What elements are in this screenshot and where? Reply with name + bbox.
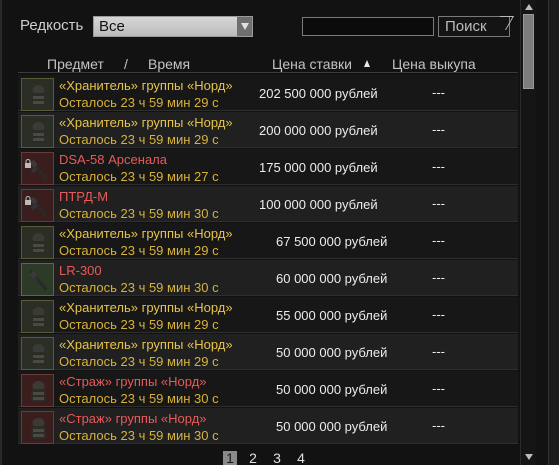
page-button[interactable]: 2 bbox=[246, 451, 260, 465]
armor-icon bbox=[21, 300, 54, 333]
table-row[interactable]: «Страж» группы «Норд» Осталось 23 ч 59 ми… bbox=[18, 408, 518, 444]
time-remaining: Осталось 23 ч 59 мин 30 с bbox=[59, 280, 219, 295]
scroll-thumb[interactable] bbox=[523, 14, 534, 89]
rarity-label: Редкость bbox=[20, 17, 84, 34]
rarity-dropdown[interactable]: Все bbox=[93, 16, 253, 37]
item-name: «Хранитель» группы «Норд» bbox=[59, 115, 233, 130]
rifle-icon bbox=[21, 263, 54, 296]
sort-ascending-icon[interactable] bbox=[364, 60, 370, 67]
buyout-price: --- bbox=[432, 344, 445, 359]
table-row[interactable]: «Хранитель» группы «Норд» Осталось 23 ч 5… bbox=[18, 334, 518, 370]
buyout-price: --- bbox=[432, 233, 445, 248]
bid-price: 50 000 000 рублей bbox=[276, 345, 388, 360]
item-name: «Страж» группы «Норд» bbox=[59, 374, 207, 389]
rifle-icon bbox=[21, 152, 54, 185]
time-remaining: Осталось 23 ч 59 мин 29 с bbox=[59, 95, 219, 110]
item-name: «Страж» группы «Норд» bbox=[59, 411, 207, 426]
header-item[interactable]: Предмет bbox=[47, 56, 104, 72]
bid-price: 100 000 000 рублей bbox=[259, 197, 378, 212]
armor-icon bbox=[21, 374, 54, 407]
item-name: «Хранитель» группы «Норд» bbox=[59, 337, 233, 352]
bid-price: 60 000 000 рублей bbox=[276, 271, 388, 286]
table-row[interactable]: ПТРД-М Осталось 23 ч 59 мин 30 с 100 000 0… bbox=[18, 186, 518, 222]
time-remaining: Осталось 23 ч 59 мин 29 с bbox=[59, 317, 219, 332]
table-row[interactable]: «Хранитель» группы «Норд» Осталось 23 ч 5… bbox=[18, 75, 518, 111]
bid-price: 55 000 000 рублей bbox=[276, 308, 388, 323]
time-remaining: Осталось 23 ч 59 мин 27 с bbox=[59, 169, 219, 184]
table-row[interactable]: LR-300 Осталось 23 ч 59 мин 30 с 60 000 00… bbox=[18, 260, 518, 296]
header-time[interactable]: Время bbox=[148, 56, 190, 72]
page-button[interactable]: 3 bbox=[270, 451, 284, 465]
buyout-price: --- bbox=[432, 307, 445, 322]
header-separator: / bbox=[124, 56, 128, 72]
table-row[interactable]: «Страж» группы «Норд» Осталось 23 ч 59 ми… bbox=[18, 371, 518, 407]
armor-icon bbox=[21, 337, 54, 370]
time-remaining: Осталось 23 ч 59 мин 30 с bbox=[59, 391, 219, 406]
time-remaining: Осталось 23 ч 59 мин 29 с bbox=[59, 243, 219, 258]
search-button-label: Поиск bbox=[445, 18, 487, 35]
page-button[interactable]: 4 bbox=[294, 451, 308, 465]
armor-icon bbox=[21, 78, 54, 111]
rarity-selected-value: Все bbox=[99, 18, 125, 35]
time-remaining: Осталось 23 ч 59 мин 30 с bbox=[59, 206, 219, 221]
page-button[interactable]: 1 bbox=[223, 451, 237, 465]
buyout-price: --- bbox=[432, 418, 445, 433]
lot-list: «Хранитель» группы «Норд» Осталось 23 ч 5… bbox=[18, 75, 518, 445]
item-name: DSA-58 Арсенала bbox=[59, 152, 167, 167]
header-divider bbox=[18, 72, 518, 73]
armor-icon bbox=[21, 226, 54, 259]
filter-bar: Редкость Все Поиск bbox=[2, 10, 559, 44]
buyout-price: --- bbox=[432, 270, 445, 285]
rifle-icon bbox=[21, 189, 54, 222]
item-name: LR-300 bbox=[59, 263, 102, 278]
item-name: ПТРД-М bbox=[59, 189, 109, 204]
time-remaining: Осталось 23 ч 59 мин 29 с bbox=[59, 354, 219, 369]
table-row[interactable]: «Хранитель» группы «Норд» Осталось 23 ч 5… bbox=[18, 112, 518, 148]
buyout-price: --- bbox=[432, 196, 445, 211]
search-input[interactable] bbox=[302, 17, 434, 36]
item-name: «Хранитель» группы «Норд» bbox=[59, 300, 233, 315]
header-bid-price[interactable]: Цена ставки bbox=[272, 56, 352, 72]
table-row[interactable]: «Хранитель» группы «Норд» Осталось 23 ч 5… bbox=[18, 297, 518, 333]
bid-price: 67 500 000 рублей bbox=[276, 234, 388, 249]
header-buyout-price[interactable]: Цена выкупа bbox=[392, 56, 476, 72]
search-button[interactable]: Поиск bbox=[438, 16, 515, 37]
lock-icon bbox=[24, 155, 32, 168]
chevron-down-icon[interactable] bbox=[237, 17, 252, 36]
item-name: «Хранитель» группы «Норд» bbox=[59, 78, 233, 93]
scroll-up-icon[interactable] bbox=[522, 0, 535, 13]
armor-icon bbox=[21, 115, 54, 148]
bid-price: 175 000 000 рублей bbox=[259, 160, 378, 175]
buyout-price: --- bbox=[432, 159, 445, 174]
bid-price: 50 000 000 рублей bbox=[276, 419, 388, 434]
pagination: 1234 bbox=[2, 451, 559, 465]
table-row[interactable]: «Хранитель» группы «Норд» Осталось 23 ч 5… bbox=[18, 223, 518, 259]
buyout-price: --- bbox=[432, 381, 445, 396]
time-remaining: Осталось 23 ч 59 мин 29 с bbox=[59, 132, 219, 147]
armor-icon bbox=[21, 411, 54, 444]
bid-price: 200 000 000 рублей bbox=[259, 123, 378, 138]
item-name: «Хранитель» группы «Норд» bbox=[59, 226, 233, 241]
button-corner-decoration bbox=[491, 16, 515, 30]
window-edge bbox=[548, 0, 559, 465]
bid-price: 202 500 000 рублей bbox=[259, 86, 378, 101]
time-remaining: Осталось 23 ч 59 мин 30 с bbox=[59, 428, 219, 443]
table-row[interactable]: DSA-58 Арсенала Осталось 23 ч 59 мин 27 с… bbox=[18, 149, 518, 185]
auction-panel: Редкость Все Поиск Предмет / Время Цена … bbox=[0, 0, 559, 465]
lock-icon bbox=[24, 192, 32, 205]
scrollbar[interactable] bbox=[520, 0, 536, 465]
buyout-price: --- bbox=[432, 85, 445, 100]
buyout-price: --- bbox=[432, 122, 445, 137]
bid-price: 50 000 000 рублей bbox=[276, 382, 388, 397]
